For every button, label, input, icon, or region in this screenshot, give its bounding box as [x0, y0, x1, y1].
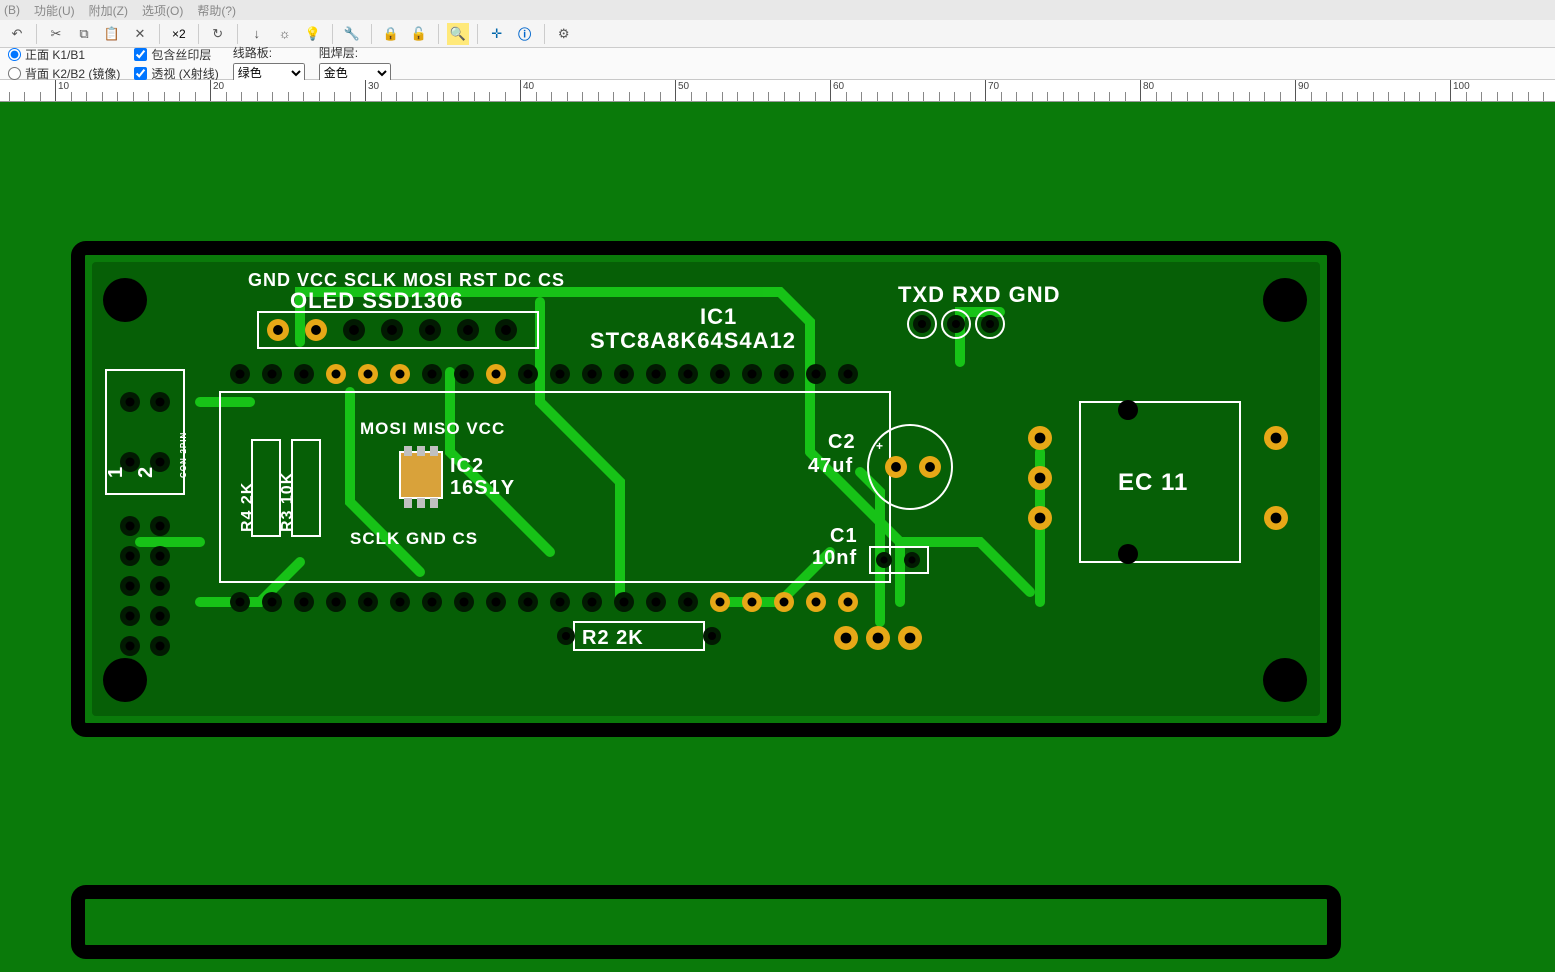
separator: [438, 24, 439, 44]
oled-pins-label: GND VCC SCLK MOSI RST DC CS: [248, 270, 565, 290]
c2-name-label: C2: [828, 431, 856, 453]
info-icon[interactable]: ⓘ: [514, 23, 536, 45]
menu-item-b[interactable]: (B): [4, 3, 20, 17]
c1-name-label: C1: [830, 525, 858, 547]
cut-icon[interactable]: ✂: [45, 23, 67, 45]
copy-icon[interactable]: ⧉: [73, 23, 95, 45]
separator: [477, 24, 478, 44]
side-front-label: 正面 K1/B1: [25, 46, 85, 63]
ic2-part-label: 16S1Y: [450, 477, 515, 499]
side-front-radio[interactable]: 正面 K1/B1: [8, 46, 120, 63]
ic1-name-label: IC1: [700, 304, 737, 329]
spi-bot-label: SCLK GND CS: [350, 529, 478, 548]
ec11-label: EC 11: [1118, 469, 1188, 496]
c2-val-label: 47uf: [808, 455, 853, 477]
menu-item-help[interactable]: 帮助(?): [197, 2, 236, 19]
crosshair-icon[interactable]: ✛: [486, 23, 508, 45]
spi-top-label: MOSI MISO VCC: [360, 419, 505, 438]
refresh-icon[interactable]: ↻: [207, 23, 229, 45]
r3-label: R3 10K: [279, 472, 296, 532]
uart-label: TXD RXD GND: [898, 282, 1061, 307]
r4-label: R4 2K: [239, 482, 256, 532]
oled-name-label: OLED SSD1306: [290, 288, 463, 313]
silkscreen-checkbox[interactable]: 包含丝印层: [134, 46, 218, 63]
side-back-label: 背面 K2/B2 (镜像): [25, 65, 120, 82]
wrench-icon[interactable]: 🔧: [341, 23, 363, 45]
menu-item-func[interactable]: 功能(U): [34, 2, 75, 19]
conn-pin1-label: 1: [105, 466, 127, 478]
mask-color-label: 阻焊层:: [319, 44, 391, 61]
gear-icon[interactable]: ⚙: [553, 23, 575, 45]
delete-icon[interactable]: ✕: [129, 23, 151, 45]
zoom-level: ×2: [168, 27, 190, 41]
separator: [36, 24, 37, 44]
side-back-radio[interactable]: 背面 K2/B2 (镜像): [8, 65, 120, 82]
horizontal-ruler: 102030405060708090100: [0, 80, 1555, 102]
brightness-icon[interactable]: ☼: [274, 23, 296, 45]
xray-checkbox[interactable]: 透视 (X射线): [134, 65, 218, 82]
search-icon[interactable]: 🔍: [447, 23, 469, 45]
menu-item-opts[interactable]: 选项(O): [142, 2, 183, 19]
undo-icon[interactable]: ↶: [6, 23, 28, 45]
view-options-bar: 正面 K1/B1 背面 K2/B2 (镜像) 包含丝印层 透视 (X射线) 线路…: [0, 48, 1555, 80]
menu-bar: (B) 功能(U) 附加(Z) 选项(O) 帮助(?): [0, 0, 1555, 20]
ic2-name-label: IC2: [450, 455, 484, 477]
menu-item-add[interactable]: 附加(Z): [89, 2, 128, 19]
r2-label: R2 2K: [582, 627, 644, 649]
separator: [159, 24, 160, 44]
separator: [198, 24, 199, 44]
pcb-svg: + GND VCC SCLK MOSI RST DC CS OLED SSD13…: [0, 102, 1555, 972]
pcb-canvas[interactable]: + GND VCC SCLK MOSI RST DC CS OLED SSD13…: [0, 102, 1555, 972]
conn-side-label: CON-2PIN: [179, 432, 188, 478]
lock-icon[interactable]: 🔒: [380, 23, 402, 45]
silkscreen-label: 包含丝印层: [151, 46, 211, 63]
c1-val-label: 10nf: [812, 547, 857, 569]
arrow-down-icon[interactable]: ↓: [246, 23, 268, 45]
separator: [332, 24, 333, 44]
paste-icon[interactable]: 📋: [101, 23, 123, 45]
trace-color-label: 线路板:: [233, 44, 305, 61]
svg-text:+: +: [876, 439, 884, 453]
xray-label: 透视 (X射线): [151, 65, 218, 82]
conn-pin2-label: 2: [135, 466, 157, 478]
bulb-icon[interactable]: 💡: [302, 23, 324, 45]
separator: [544, 24, 545, 44]
ic1-part-label: STC8A8K64S4A12: [590, 328, 796, 353]
separator: [237, 24, 238, 44]
unlock-icon[interactable]: 🔓: [408, 23, 430, 45]
separator: [371, 24, 372, 44]
